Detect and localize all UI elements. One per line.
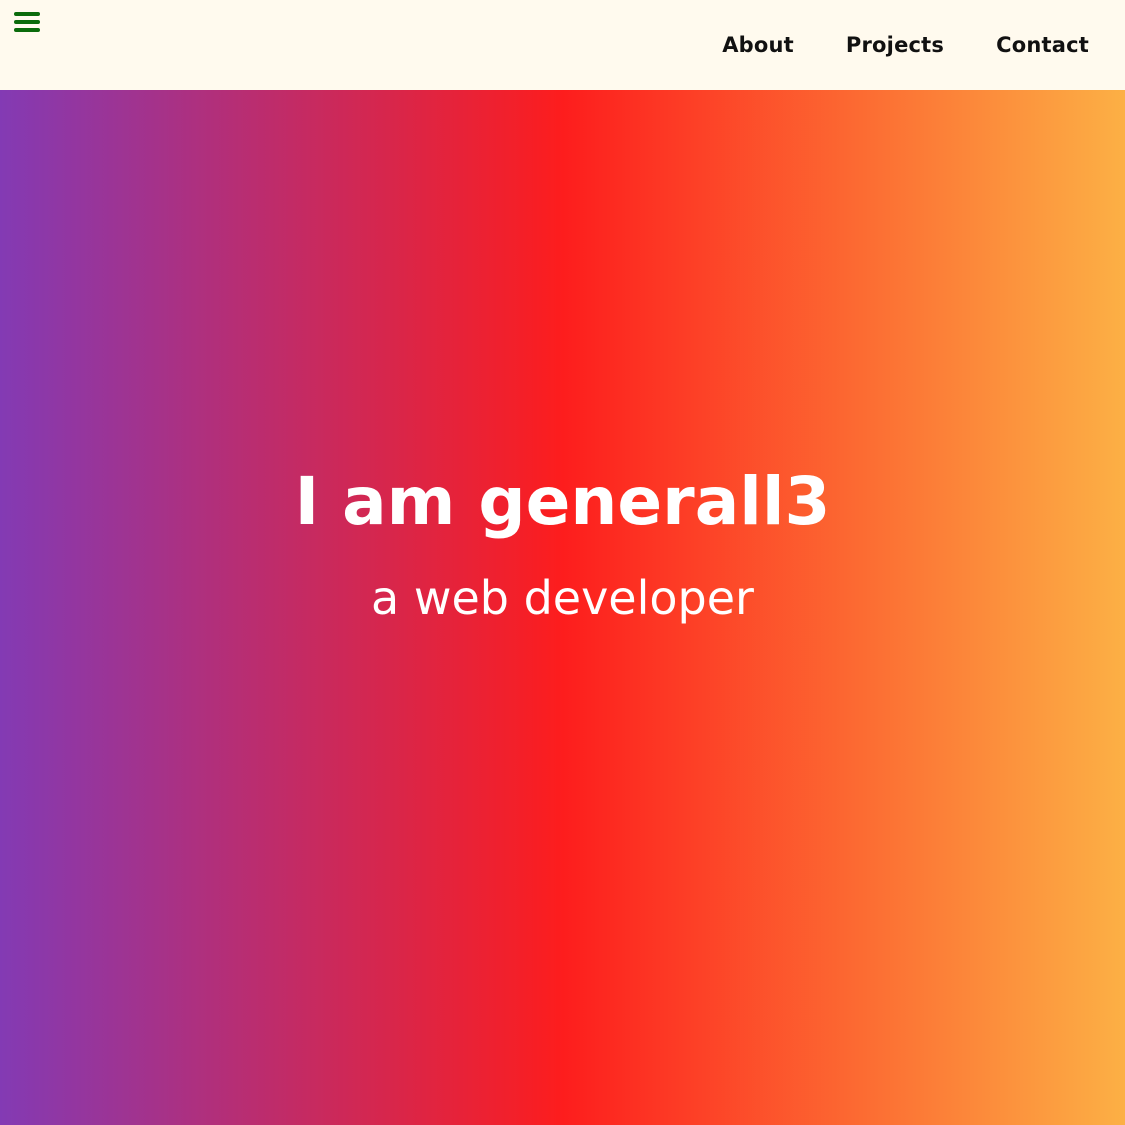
nav-link-about[interactable]: About (722, 33, 794, 57)
menu-bar-top (14, 12, 40, 16)
navbar: About Projects Contact (0, 0, 1125, 90)
hero-title: I am generall3 (294, 463, 831, 540)
hero-subtitle: a web developer (371, 571, 754, 625)
hamburger-menu-icon[interactable] (14, 11, 40, 33)
menu-bar-middle (14, 20, 40, 24)
menu-bar-bottom (14, 28, 40, 32)
nav-links: About Projects Contact (722, 0, 1089, 90)
nav-link-projects[interactable]: Projects (846, 33, 944, 57)
nav-link-contact[interactable]: Contact (996, 33, 1089, 57)
hero-section: I am generall3 a web developer (0, 90, 1125, 1125)
